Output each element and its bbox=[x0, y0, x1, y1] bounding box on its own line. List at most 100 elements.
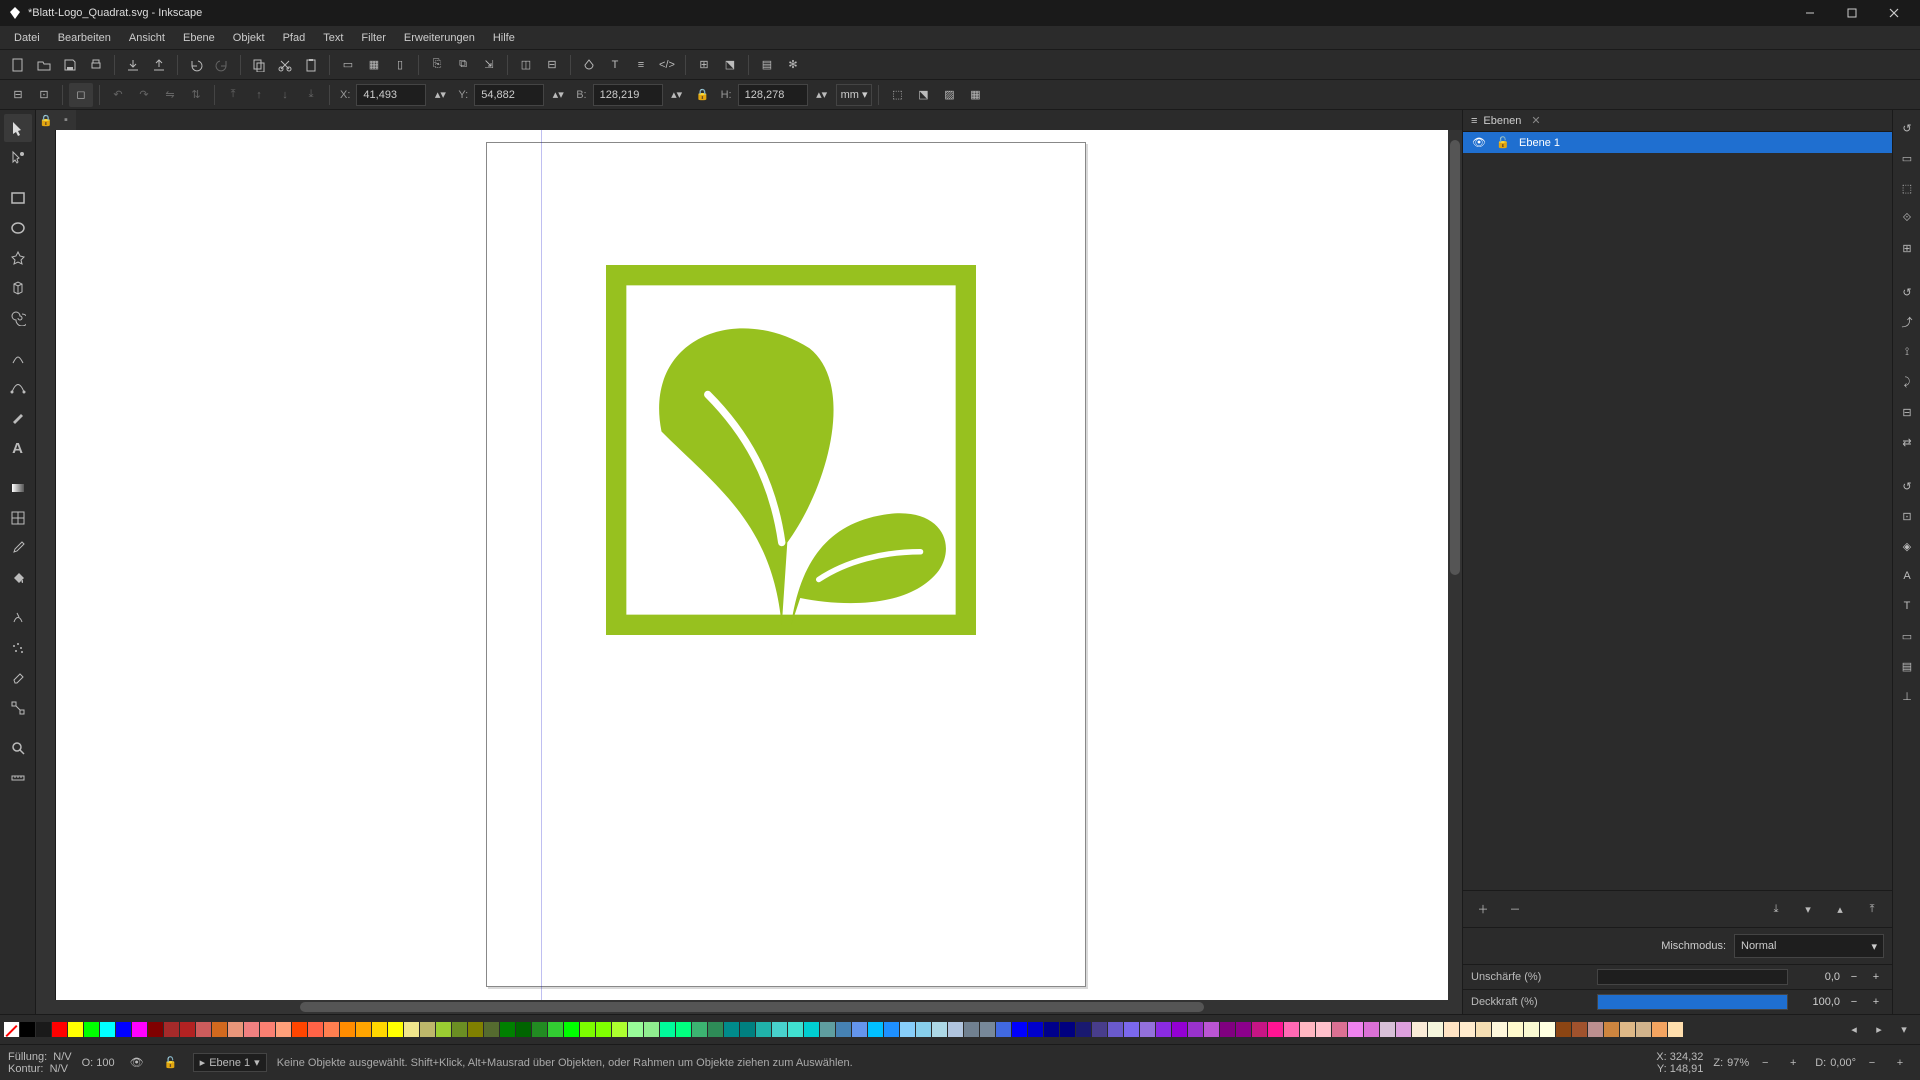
color-swatch[interactable] bbox=[420, 1022, 435, 1037]
minimize-button[interactable] bbox=[1792, 1, 1828, 25]
dock-undo-icon[interactable]: ↺ bbox=[1893, 278, 1920, 306]
color-swatch[interactable] bbox=[20, 1022, 35, 1037]
color-swatch[interactable] bbox=[1540, 1022, 1555, 1037]
layer-lock-icon[interactable]: 🔓 bbox=[1495, 136, 1511, 149]
dock-group-icon[interactable]: ⊟ bbox=[1893, 398, 1920, 426]
color-swatch[interactable] bbox=[1028, 1022, 1043, 1037]
color-swatch[interactable] bbox=[708, 1022, 723, 1037]
pencil-tool-icon[interactable] bbox=[4, 344, 32, 372]
color-swatch[interactable] bbox=[1204, 1022, 1219, 1037]
color-swatch[interactable] bbox=[1508, 1022, 1523, 1037]
measure-tool-icon[interactable] bbox=[4, 764, 32, 792]
swatch-none[interactable] bbox=[4, 1022, 19, 1037]
raise-top-icon[interactable]: ⤒ bbox=[221, 83, 245, 107]
color-swatch[interactable] bbox=[516, 1022, 531, 1037]
layer-visibility-icon[interactable]: 👁 bbox=[1471, 136, 1487, 149]
eraser-tool-icon[interactable] bbox=[4, 664, 32, 692]
toggle-selection-box-icon[interactable]: ◻ bbox=[69, 83, 93, 107]
color-swatch[interactable] bbox=[1572, 1022, 1587, 1037]
layer-up-icon[interactable]: ▴ bbox=[1828, 897, 1852, 921]
node-tool-icon[interactable] bbox=[4, 144, 32, 172]
status-layer-select[interactable]: ▸Ebene 1▾ bbox=[193, 1053, 267, 1072]
color-swatch[interactable] bbox=[1380, 1022, 1395, 1037]
dock-import-icon[interactable]: ⟐ bbox=[1893, 204, 1920, 232]
menu-erweiterungen[interactable]: Erweiterungen bbox=[396, 29, 483, 47]
rotation-value[interactable]: 0,00° bbox=[1830, 1057, 1856, 1069]
zoom-page-icon[interactable]: ▯ bbox=[388, 53, 412, 77]
color-swatch[interactable] bbox=[1588, 1022, 1603, 1037]
selector-tool-icon[interactable] bbox=[4, 114, 32, 142]
color-swatch[interactable] bbox=[340, 1022, 355, 1037]
blur-slider[interactable] bbox=[1597, 969, 1788, 985]
color-swatch[interactable] bbox=[1012, 1022, 1027, 1037]
color-swatch[interactable] bbox=[580, 1022, 595, 1037]
h-input[interactable] bbox=[738, 84, 808, 106]
color-swatch[interactable] bbox=[916, 1022, 931, 1037]
blur-minus[interactable]: − bbox=[1846, 971, 1862, 983]
menu-hilfe[interactable]: Hilfe bbox=[485, 29, 523, 47]
fill-stroke-dialog-icon[interactable] bbox=[577, 53, 601, 77]
color-swatch[interactable] bbox=[804, 1022, 819, 1037]
canvas[interactable] bbox=[56, 130, 1448, 1000]
color-swatch[interactable] bbox=[436, 1022, 451, 1037]
color-swatch[interactable] bbox=[100, 1022, 115, 1037]
color-swatch[interactable] bbox=[228, 1022, 243, 1037]
color-swatch[interactable] bbox=[852, 1022, 867, 1037]
color-swatch[interactable] bbox=[1300, 1022, 1315, 1037]
color-swatch[interactable] bbox=[772, 1022, 787, 1037]
rotate-cw-icon[interactable]: ↷ bbox=[132, 83, 156, 107]
blur-plus[interactable]: + bbox=[1868, 971, 1884, 983]
flip-v-icon[interactable]: ⇅ bbox=[184, 83, 208, 107]
color-swatch[interactable] bbox=[1252, 1022, 1267, 1037]
scale-gradient-icon[interactable]: ▨ bbox=[937, 83, 961, 107]
color-swatch[interactable] bbox=[1316, 1022, 1331, 1037]
color-swatch[interactable] bbox=[84, 1022, 99, 1037]
scale-pattern-icon[interactable]: ▦ bbox=[963, 83, 987, 107]
paint-bucket-tool-icon[interactable] bbox=[4, 564, 32, 592]
y-stepper[interactable]: ▴▾ bbox=[546, 83, 570, 107]
menu-ebene[interactable]: Ebene bbox=[175, 29, 223, 47]
color-swatch[interactable] bbox=[1412, 1022, 1427, 1037]
color-swatch[interactable] bbox=[884, 1022, 899, 1037]
zoom-value[interactable]: 97% bbox=[1727, 1057, 1749, 1069]
rotation-minus-button[interactable]: − bbox=[1860, 1051, 1884, 1075]
bezier-tool-icon[interactable] bbox=[4, 374, 32, 402]
opacity-minus[interactable]: − bbox=[1846, 996, 1862, 1008]
dock-transform-icon[interactable]: ◈ bbox=[1893, 532, 1920, 560]
palette-scroll-right[interactable]: ▸ bbox=[1867, 1018, 1891, 1042]
lock-aspect-icon[interactable]: 🔒 bbox=[691, 83, 715, 107]
color-swatch[interactable] bbox=[196, 1022, 211, 1037]
connector-tool-icon[interactable] bbox=[4, 694, 32, 722]
dock-fill-icon[interactable]: ↺ bbox=[1893, 472, 1920, 500]
layer-top-icon[interactable]: ⤒ bbox=[1860, 897, 1884, 921]
color-swatch[interactable] bbox=[868, 1022, 883, 1037]
dock-paste-icon[interactable]: ⤸ bbox=[1893, 368, 1920, 396]
horizontal-scrollbar[interactable] bbox=[56, 1000, 1448, 1014]
color-swatch[interactable] bbox=[564, 1022, 579, 1037]
layers-panel-tab[interactable]: ≡ Ebenen ✕ bbox=[1463, 110, 1892, 132]
dock-prefs-icon[interactable]: ⊥ bbox=[1893, 682, 1920, 710]
opacity-plus[interactable]: + bbox=[1868, 996, 1884, 1008]
star-tool-icon[interactable] bbox=[4, 244, 32, 272]
color-swatch[interactable] bbox=[132, 1022, 147, 1037]
menu-ansicht[interactable]: Ansicht bbox=[121, 29, 173, 47]
maximize-button[interactable] bbox=[1834, 1, 1870, 25]
dock-ungroup-icon[interactable]: ⇄ bbox=[1893, 428, 1920, 456]
w-input[interactable] bbox=[593, 84, 663, 106]
color-swatch[interactable] bbox=[660, 1022, 675, 1037]
color-swatch[interactable] bbox=[324, 1022, 339, 1037]
ungroup-icon[interactable]: ⊟ bbox=[540, 53, 564, 77]
color-swatch[interactable] bbox=[164, 1022, 179, 1037]
palette-menu-icon[interactable]: ▾ bbox=[1892, 1018, 1916, 1042]
color-swatch[interactable] bbox=[948, 1022, 963, 1037]
color-swatch[interactable] bbox=[212, 1022, 227, 1037]
dock-save-icon[interactable]: ⬚ bbox=[1893, 174, 1920, 202]
menu-text[interactable]: Text bbox=[315, 29, 351, 47]
color-swatch[interactable] bbox=[148, 1022, 163, 1037]
color-swatch[interactable] bbox=[1108, 1022, 1123, 1037]
calligraphy-tool-icon[interactable] bbox=[4, 404, 32, 432]
menu-objekt[interactable]: Objekt bbox=[225, 29, 273, 47]
select-all-layers-icon[interactable]: ⊟ bbox=[6, 83, 30, 107]
color-swatch[interactable] bbox=[1636, 1022, 1651, 1037]
color-swatch[interactable] bbox=[372, 1022, 387, 1037]
